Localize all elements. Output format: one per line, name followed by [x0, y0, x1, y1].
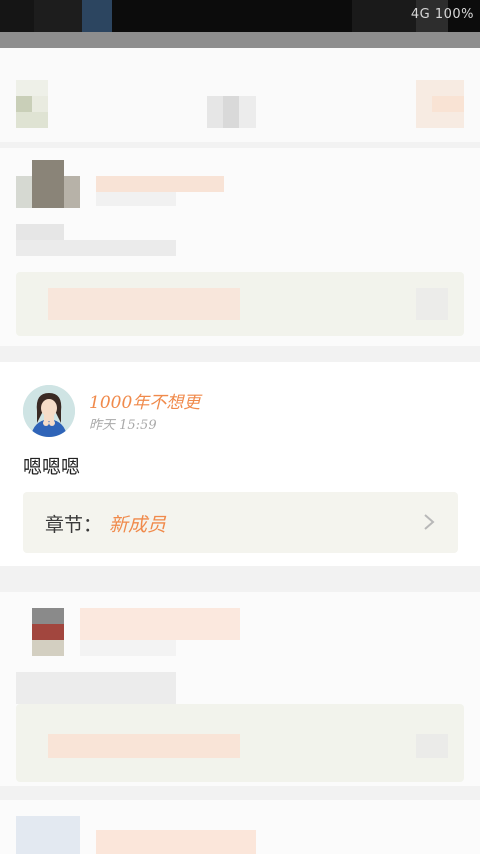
avatar-mosaic: [16, 176, 32, 208]
header-action-icon-part: [432, 96, 464, 112]
chapter-label: 章节：: [45, 514, 103, 536]
header-title-mosaic: [223, 96, 239, 128]
post-content: 嗯嗯嗯: [23, 456, 81, 478]
chapter-box-mosaic[interactable]: [16, 272, 464, 336]
avatar-mosaic: [16, 816, 80, 854]
back-icon[interactable]: [16, 96, 32, 112]
username-mosaic: [80, 608, 240, 640]
chevron-mosaic: [416, 288, 448, 320]
header-title-mosaic: [239, 96, 256, 128]
post-card[interactable]: [0, 148, 480, 346]
chapter-link[interactable]: 章节： 新成员: [23, 492, 458, 553]
content-mosaic: [16, 224, 64, 240]
avatar[interactable]: [23, 385, 75, 437]
post-card[interactable]: [0, 592, 480, 786]
timestamp-mosaic: [80, 640, 176, 656]
avatar-mosaic: [64, 176, 80, 208]
chevron-mosaic: [416, 734, 448, 758]
content-mosaic: [16, 240, 176, 256]
avatar-mosaic: [32, 608, 64, 624]
chapter-name: 新成员: [109, 514, 167, 536]
chapter-mosaic: [48, 288, 240, 320]
chevron-right-icon: [424, 514, 435, 530]
post-card[interactable]: 1000年不想更 昨天 15:59 嗯嗯嗯 章节： 新成员: [0, 362, 480, 566]
status-mosaic-block: [82, 0, 112, 32]
status-mosaic-block: [0, 0, 34, 32]
username-mosaic: [96, 830, 256, 854]
top-navigation: [0, 48, 480, 142]
status-text: 4G 100%: [410, 7, 474, 22]
status-bar: 4G 100%: [0, 0, 480, 32]
status-mosaic-block: [34, 0, 82, 32]
username-mosaic: [96, 176, 224, 192]
back-icon-part: [16, 112, 48, 128]
header-title-mosaic: [207, 96, 223, 128]
back-icon-part: [32, 96, 48, 112]
timestamp-mosaic: [96, 192, 176, 206]
avatar-image: [23, 385, 75, 437]
username[interactable]: 1000年不想更: [89, 388, 200, 413]
avatar-mosaic: [32, 624, 64, 640]
back-icon-part: [16, 80, 48, 96]
timestamp: 昨天 15:59: [89, 418, 157, 433]
avatar-mosaic: [32, 640, 64, 656]
post-card[interactable]: [0, 800, 480, 854]
status-divider: [0, 32, 480, 48]
chapter-box-mosaic[interactable]: [16, 704, 464, 782]
status-mosaic-block: [352, 0, 416, 32]
content-mosaic: [16, 672, 176, 704]
avatar-mosaic: [32, 160, 64, 208]
chapter-mosaic: [48, 734, 240, 758]
